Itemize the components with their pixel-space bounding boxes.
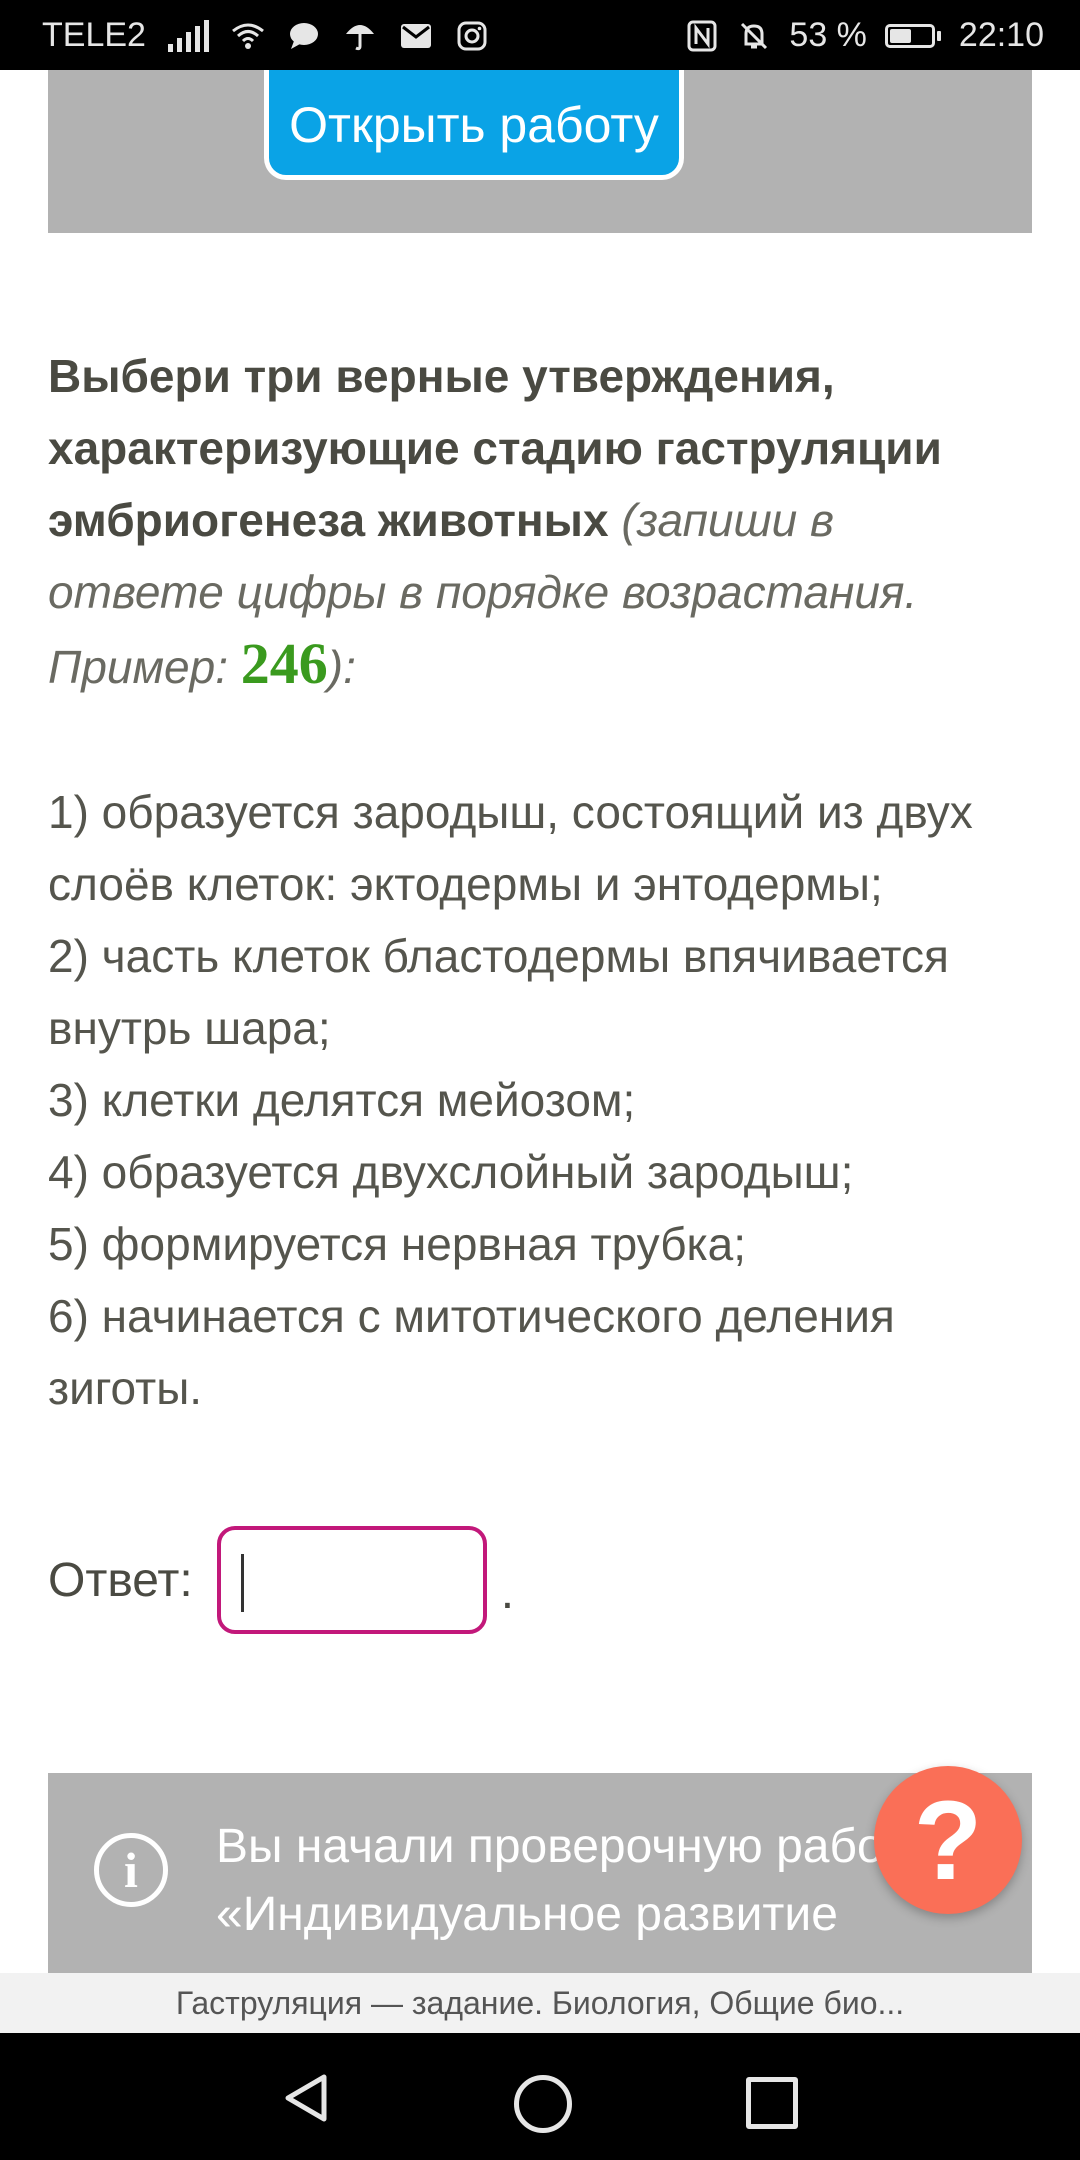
work-banner: Открыть работу [48,70,1032,233]
option-6: 6) начинается с митотического деления зи… [48,1290,895,1414]
signal-icon [167,19,209,52]
instagram-icon [455,19,489,53]
battery-percent: 53 % [789,16,867,54]
status-bar: TELE2 53 % 22:10 [0,0,1080,70]
open-work-button[interactable]: Открыть работу [264,70,684,180]
option-1: 1) образуется зародыш, состоящий из двух… [48,786,973,910]
umbrella-icon [343,19,377,53]
help-button-label: ? [913,1777,983,1903]
question-example: 246 [240,631,328,696]
mail-icon [399,19,433,53]
mute-icon [737,19,771,53]
navigation-bar [0,2033,1080,2160]
help-button[interactable]: ? [874,1766,1022,1914]
option-5: 5) формируется нервная трубка; [48,1218,747,1270]
answer-suffix: . [500,1566,515,1619]
home-icon[interactable] [514,2075,572,2133]
option-4: 4) образуется двухслойный зародыш; [48,1146,854,1198]
message-icon [287,19,321,53]
battery-icon [884,23,941,48]
page-title-bar[interactable]: Гаструляция — задание. Биология, Общие б… [0,1973,1080,2033]
option-3: 3) клетки делятся мейозом; [48,1074,636,1126]
info-icon: i [94,1833,168,1907]
answer-options: 1) образуется зародыш, состоящий из двух… [48,776,1038,1424]
clock: 22:10 [958,16,1044,54]
carrier-name: TELE2 [42,16,146,54]
answer-row: Ответ: . [48,1524,514,1636]
wifi-icon [231,19,265,53]
answer-input[interactable] [216,1526,487,1634]
text-caret [240,1554,244,1612]
open-work-button-label: Открыть работу [289,96,659,153]
back-icon[interactable] [282,2073,330,2123]
question-closing: ): [327,641,356,693]
nfc-icon [685,19,719,53]
page-title: Гаструляция — задание. Биология, Общие б… [175,1984,905,2021]
recent-apps-icon[interactable] [746,2077,798,2129]
question-text: Выбери три верные утверждения, характери… [48,340,1008,703]
option-2: 2) часть клеток бластодермы впячивается … [48,930,949,1054]
answer-label: Ответ: [48,1553,193,1607]
